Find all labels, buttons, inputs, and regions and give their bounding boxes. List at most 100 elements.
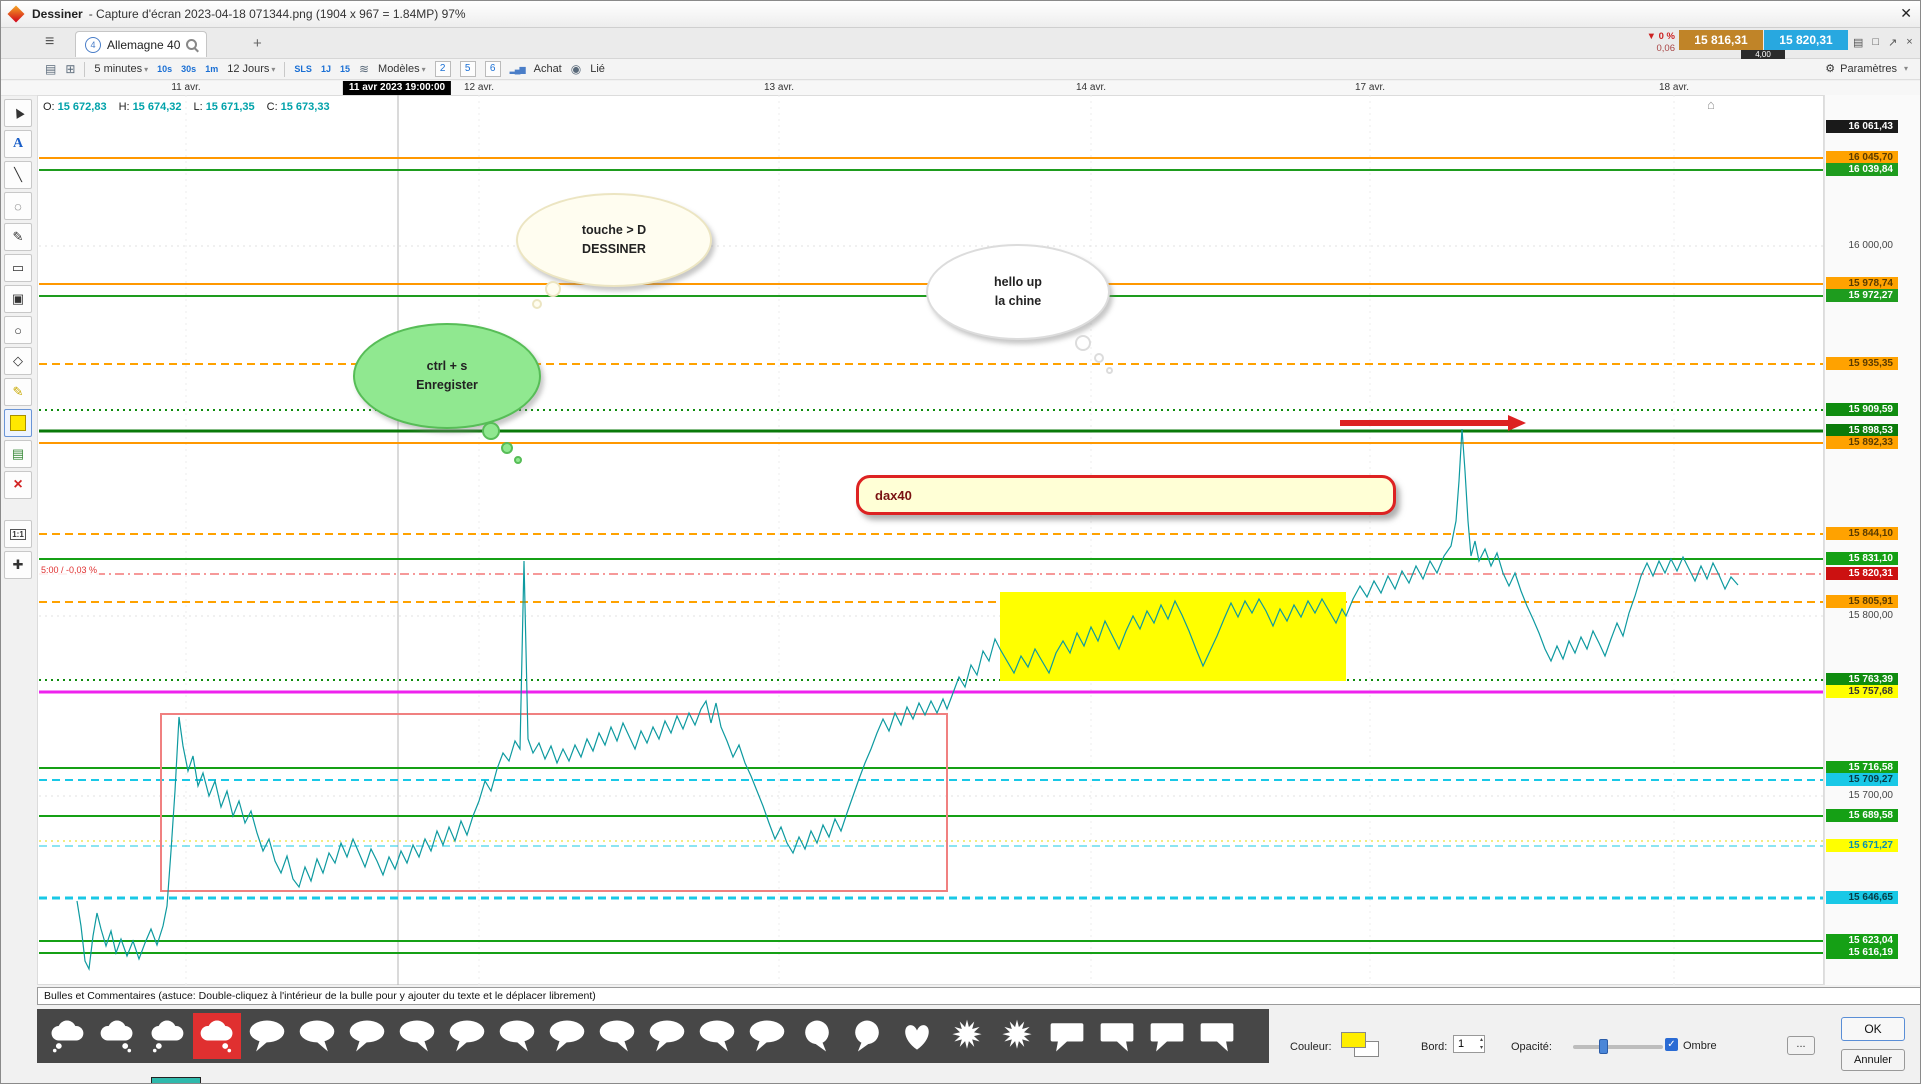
bubble-shape-cloud[interactable] [43,1013,91,1059]
line-icon: ╲ [14,167,22,183]
buy-price-button[interactable]: 15 820,31 [1764,30,1848,50]
bubble-shape-cloud[interactable] [143,1013,191,1059]
move-icon: ✚ [13,557,24,573]
rectangle-tool[interactable]: ▭ [4,254,32,282]
pointer-tool[interactable]: ▶ [4,99,32,127]
bubble-shape-oval[interactable] [593,1013,641,1059]
color-tool[interactable] [4,409,32,437]
diamond-tool[interactable]: ◇ [4,347,32,375]
one-to-one-tool[interactable]: 1:1 [4,520,32,548]
bubble-shape-rect[interactable] [1043,1013,1091,1059]
range-select[interactable]: 12 Jours▾ [227,63,275,75]
achat-button[interactable]: Achat [534,63,562,75]
bubble-shape-cloud[interactable] [93,1013,141,1059]
menu-icon[interactable]: ≡ [45,33,54,51]
color-swatch[interactable] [1341,1032,1381,1058]
search-icon[interactable] [186,39,197,50]
bubble-shape-oval[interactable] [443,1013,491,1059]
date-tick: 11 avr. [171,82,200,93]
tf-1m-button[interactable]: 1m [205,64,218,74]
spinner-up-icon[interactable]: ▴ [1480,1037,1483,1044]
bubble-shape-circle[interactable] [843,1013,891,1059]
more-options-button[interactable]: ... [1787,1036,1815,1055]
frame-icon: ▣ [12,291,24,307]
bubble-shape-oval[interactable] [693,1013,741,1059]
15-button[interactable]: 15 [340,64,350,74]
indicator-pattern-icon[interactable]: ≋ [359,62,369,76]
tf-30s-button[interactable]: 30s [181,64,196,74]
window-title-app: Dessiner [32,7,83,21]
frame-tool[interactable]: ▣ [4,285,32,313]
ombre-checkbox[interactable]: ✓ [1665,1038,1678,1051]
bubble-shape-oval[interactable] [543,1013,591,1059]
opacity-slider-handle[interactable] [1599,1039,1608,1054]
text-icon: A [13,136,23,152]
text-tool[interactable]: A [4,130,32,158]
callout-dax40[interactable]: dax40 [856,475,1396,515]
tf-10s-button[interactable]: 10s [157,64,172,74]
mini-chart-icon[interactable]: ▤ [1853,36,1863,49]
ellipse-tool[interactable]: ○ [4,316,32,344]
bubble-shape-oval[interactable] [293,1013,341,1059]
ok-button[interactable]: OK [1841,1017,1905,1041]
cancel-button[interactable]: Annuler [1841,1049,1905,1071]
add-tab-button[interactable]: + [253,35,262,52]
sell-price-button[interactable]: 15 816,31 [1679,30,1763,50]
image-tool[interactable]: ▤ [4,440,32,468]
red-outline-rect[interactable] [161,714,947,891]
timeframe-select[interactable]: 5 minutes▾ [94,63,148,75]
sls-button[interactable]: SLS [294,64,312,74]
spinner-down-icon[interactable]: ▾ [1480,1045,1483,1052]
layout-6-button[interactable]: 6 [485,61,501,77]
price-axis-label: 15 671,27 [1826,839,1898,852]
bubble-shape-oval[interactable] [493,1013,541,1059]
1j-button[interactable]: 1J [321,64,331,74]
home-icon[interactable]: ⌂ [1707,97,1715,112]
close-panel-icon[interactable]: × [1906,36,1912,49]
parametres-button[interactable]: ⚙ Paramètres ▾ [1825,62,1908,75]
bubble-shape-oval[interactable] [643,1013,691,1059]
line-tool[interactable]: ╲ [4,161,32,189]
bubble-shape-circle[interactable] [793,1013,841,1059]
bubble-shape-cloud[interactable] [193,1013,241,1059]
lasso-icon: ◌ [14,199,22,214]
order-bars-icon: ▂▄▆ [510,65,525,74]
main-toolbar: ≡ 4 Allemagne 40 + ▼ 0 % 0,06 15 816,31 … [1,28,1921,59]
bubble-shape-burst[interactable] [993,1013,1041,1059]
bubble-shape-burst[interactable] [943,1013,991,1059]
bubble-shape-heart[interactable] [893,1013,941,1059]
bubble-shape-oval[interactable] [743,1013,791,1059]
pointer-icon: ▶ [10,106,27,121]
bubble-shape-rect[interactable] [1193,1013,1241,1059]
layout-2-button[interactable]: 2 [435,61,451,77]
move-tool[interactable]: ✚ [4,551,32,579]
layout-grid-icon[interactable]: ⊞ [65,62,75,76]
layout-5-button[interactable]: 5 [460,61,476,77]
divider [284,62,285,77]
maximize-icon[interactable]: □ [1872,36,1879,49]
delete-tool[interactable]: × [4,471,32,499]
lie-button[interactable]: Lié [590,63,605,75]
bubble-shape-rect[interactable] [1143,1013,1191,1059]
bubble-shape-rect[interactable] [1093,1013,1141,1059]
instrument-tab[interactable]: 4 Allemagne 40 [75,31,207,57]
border-width-value: 1 [1458,1038,1464,1050]
border-width-stepper[interactable]: 1 ▴ ▾ [1453,1035,1485,1053]
bubble-shape-oval[interactable] [343,1013,391,1059]
date-tick: 18 avr. [1659,82,1689,93]
pencil-tool[interactable]: ✎ [4,223,32,251]
page-list-icon[interactable]: ▤ [45,62,56,76]
highlighter-tool[interactable]: ✎ [4,378,32,406]
lasso-tool[interactable]: ◌ [4,192,32,220]
opacity-slider-track[interactable] [1573,1045,1663,1049]
bubble-shape-oval[interactable] [243,1013,291,1059]
price-axis-label: 15 757,68 [1826,685,1898,698]
price-axis-label: 15 935,35 [1826,357,1898,370]
bubble-shape-oval[interactable] [393,1013,441,1059]
close-window-icon[interactable]: ✕ [1900,5,1912,22]
callout-text: dax40 [859,488,912,503]
price-axis-label: 15 820,31 [1826,567,1898,580]
popout-icon[interactable]: ↗ [1888,36,1897,49]
models-select[interactable]: Modèles▾ [378,63,426,75]
price-axis-label: 15 646,65 [1826,891,1898,904]
